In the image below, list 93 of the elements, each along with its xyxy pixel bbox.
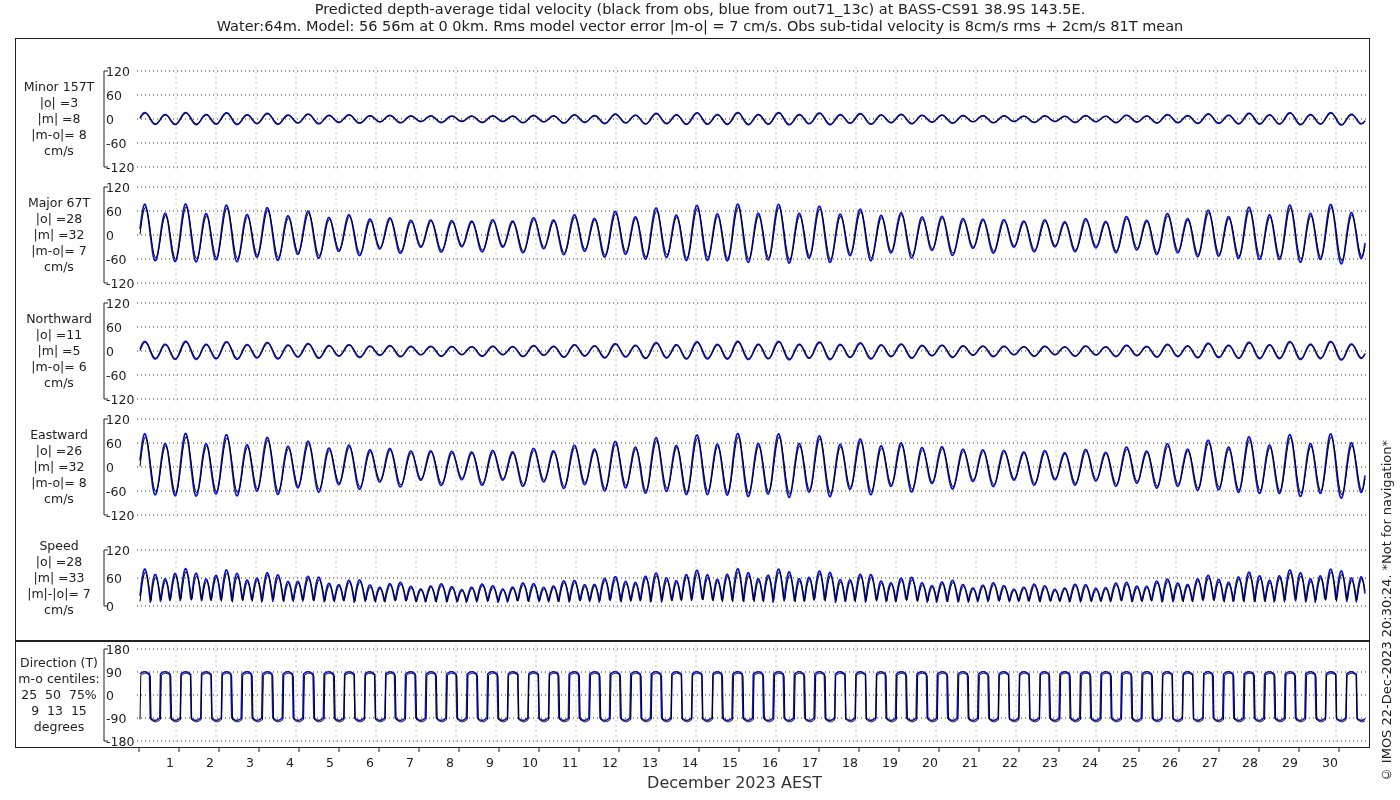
- credit-note: © IMOS 22-Dec-2023 20:30:24. *Not for navigation*: [1378, 439, 1394, 782]
- axis-tick-label: 6: [366, 755, 374, 770]
- axis-tick-label: -60: [106, 484, 127, 499]
- axis-tick-label: 60: [106, 320, 122, 335]
- stat-label: cm/s: [44, 375, 74, 391]
- stat-label: Minor 157T: [23, 79, 95, 95]
- axis-tick-label: 10: [522, 755, 538, 770]
- axis-tick-label: 14: [682, 755, 698, 770]
- axis-tick-label: 0: [106, 460, 114, 475]
- axis-tick-label: 120: [106, 296, 130, 311]
- axis-tick-label: 0: [106, 344, 114, 359]
- stat-label: Major 67T: [27, 195, 91, 211]
- axis-tick-label: 120: [106, 412, 130, 427]
- axis-tick-label: -120: [106, 276, 135, 291]
- stat-label: |m| =33: [33, 570, 85, 586]
- stat-label: |o| =3: [39, 95, 79, 111]
- axis-tick-label: 28: [1242, 755, 1258, 770]
- axis-tick-label: 24: [1082, 755, 1098, 770]
- axis-tick-label: 1: [166, 755, 174, 770]
- stat-label: cm/s: [44, 143, 74, 159]
- axis-tick-label: 12: [602, 755, 618, 770]
- axis-tick-label: -60: [106, 136, 127, 151]
- stat-label: |o| =28: [35, 211, 83, 227]
- chart-title: Predicted depth-average tidal velocity (black from obs, blue from out71_13c) at BASS-CS91 38.9S 143.5E.: [314, 1, 1086, 18]
- axis-tick-label: 15: [722, 755, 738, 770]
- stat-label: Northward: [26, 311, 92, 327]
- chart-title: Water:64m. Model: 56 56m at 0 0km. Rms model vector error |m-o| = 7 cm/s. Obs sub-tidal velocity is 8cm/s rms + 2cm/s 81T mean: [216, 18, 1184, 35]
- stat-label: Eastward: [30, 427, 88, 443]
- stat-label: |o| =11: [35, 327, 83, 343]
- axis-tick-label: 60: [106, 88, 122, 103]
- stat-label: m-o centiles:: [18, 671, 100, 687]
- axis-tick-label: 21: [962, 755, 978, 770]
- stat-label: |m-o|= 6: [31, 359, 87, 375]
- axis-tick-label: 18: [842, 755, 858, 770]
- axis-tick-label: 0: [106, 228, 114, 243]
- stat-label: |m| =32: [33, 227, 85, 243]
- axis-tick-label: -90: [106, 711, 127, 726]
- axis-tick-label: 4: [286, 755, 294, 770]
- stat-label: |m-o|= 7: [31, 243, 87, 259]
- stat-label: |m| =32: [33, 459, 85, 475]
- axis-tick-label: 120: [106, 543, 130, 558]
- axis-tick-label: -60: [106, 368, 127, 383]
- axis-tick-label: 90: [106, 665, 122, 680]
- stat-label: cm/s: [44, 259, 74, 275]
- stat-label: |m-o|= 8: [31, 475, 87, 491]
- axis-tick-label: 60: [106, 436, 122, 451]
- axis-tick-label: 23: [1042, 755, 1058, 770]
- stat-label: Direction (T): [20, 655, 98, 671]
- axis-tick-label: 17: [802, 755, 818, 770]
- axis-tick-label: 60: [106, 204, 122, 219]
- axis-tick-label: 9: [486, 755, 494, 770]
- axis-tick-label: 27: [1202, 755, 1218, 770]
- axis-tick-label: 2: [206, 755, 214, 770]
- stat-label: degrees: [33, 719, 85, 735]
- stat-label: Speed: [39, 538, 79, 554]
- axis-tick-label: 180: [106, 642, 130, 657]
- axis-tick-label: -60: [106, 252, 127, 267]
- axis-tick-label: 5: [326, 755, 334, 770]
- axis-tick-label: -120: [106, 392, 135, 407]
- stat-label: |o| =26: [35, 443, 83, 459]
- axis-tick-label: 0: [106, 599, 114, 614]
- axis-tick-label: 60: [106, 571, 122, 586]
- axis-tick-label: 0: [106, 112, 114, 127]
- axis-tick-label: 7: [406, 755, 414, 770]
- axis-tick-label: 16: [762, 755, 778, 770]
- axis-tick-label: 29: [1282, 755, 1298, 770]
- stat-label: 9 13 15: [31, 703, 87, 719]
- axis-tick-label: -180: [106, 734, 135, 747]
- axis-tick-label: 11: [562, 755, 578, 770]
- stat-label: cm/s: [44, 602, 74, 618]
- axis-tick-label: 0: [106, 688, 114, 703]
- stat-label: |m| =8: [37, 111, 81, 127]
- stat-label: |m|-|o|= 7: [27, 586, 91, 602]
- axis-tick-label: 13: [642, 755, 658, 770]
- stat-label: |m| =5: [37, 343, 81, 359]
- stat-label: |o| =28: [35, 554, 83, 570]
- axis-title: December 2023 AEST: [647, 773, 822, 792]
- axis-tick-label: 8: [446, 755, 454, 770]
- axis-tick-label: 26: [1162, 755, 1178, 770]
- stat-label: 25 50 75%: [21, 687, 97, 703]
- axis-tick-label: 120: [106, 64, 130, 79]
- stat-label: |m-o|= 8: [31, 127, 87, 143]
- axis-tick-label: 120: [106, 180, 130, 195]
- axis-tick-label: 25: [1122, 755, 1138, 770]
- stat-label: cm/s: [44, 491, 74, 507]
- axis-tick-label: 30: [1322, 755, 1338, 770]
- axis-tick-label: 3: [246, 755, 254, 770]
- axis-tick-label: 19: [882, 755, 898, 770]
- axis-tick-label: 20: [922, 755, 938, 770]
- axis-tick-label: 22: [1002, 755, 1018, 770]
- y-axis: [103, 549, 109, 607]
- axis-tick-label: -120: [106, 508, 135, 523]
- axis-tick-label: -120: [106, 160, 135, 175]
